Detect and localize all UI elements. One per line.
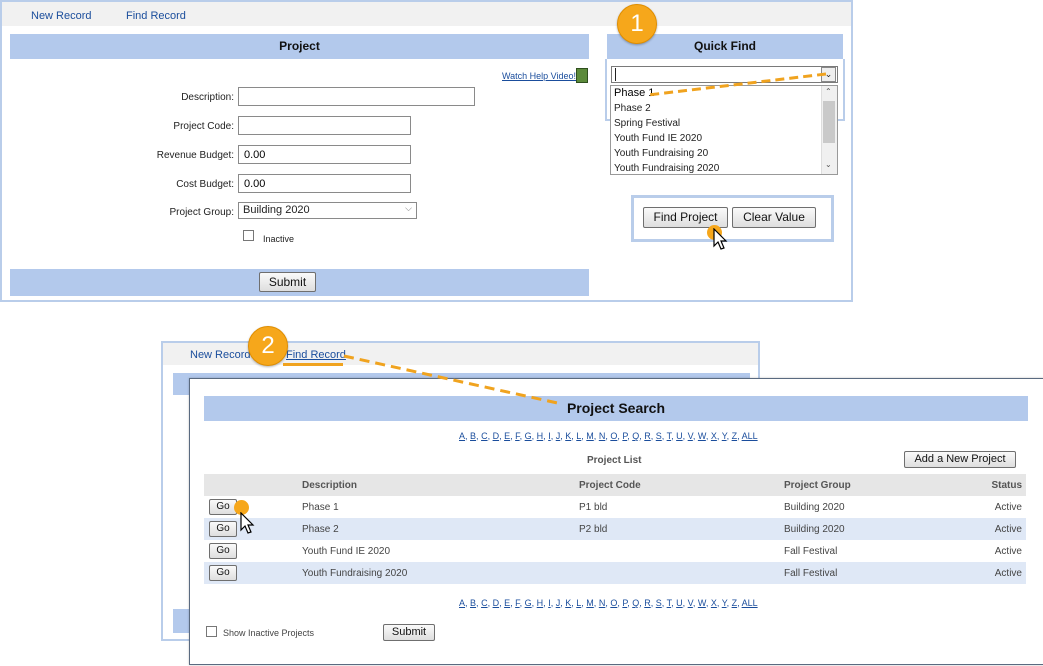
project-code-cell: P1 bld	[579, 501, 608, 513]
status-cell: Active	[994, 545, 1022, 557]
chevron-down-icon: ⌵	[405, 203, 412, 213]
new-record-link[interactable]: New Record	[190, 349, 251, 361]
cursor-icon	[240, 512, 255, 534]
project-code-cell	[579, 540, 784, 562]
alphabet-link[interactable]: M	[586, 598, 594, 608]
quick-find-option[interactable]: Spring Festival	[611, 116, 837, 131]
alphabet-link[interactable]: W	[698, 598, 706, 608]
description-cell: Phase 2	[302, 518, 579, 540]
alphabet-link[interactable]: ALL	[742, 598, 758, 608]
show-inactive-checkbox[interactable]	[206, 626, 217, 637]
table-row: Go Youth Fund IE 2020 Fall Festival Acti…	[204, 540, 1026, 562]
search-submit-button[interactable]: Submit	[383, 624, 435, 641]
find-record-highlight	[283, 363, 343, 366]
status-column-header: Status	[964, 474, 1026, 496]
callout-dashed-line	[647, 72, 827, 97]
alphabet-index-bottom: A, B, C, D, E, F, G, H, I, J, K, L, M, N…	[459, 597, 758, 609]
status-cell: Active	[964, 518, 1026, 540]
search-submit-label: Submit	[391, 626, 427, 638]
go-button[interactable]: Go	[209, 565, 237, 581]
table-row: Go Phase 1 P1 bld Building 2020 Active	[204, 496, 1026, 518]
watch-help-video-link[interactable]: Watch Help Video!	[502, 71, 576, 81]
description-column-header: Description	[302, 474, 579, 496]
project-group-label: Project Group:	[169, 207, 234, 218]
find-record-label: Find Record	[126, 10, 186, 22]
inactive-label: Inactive	[263, 234, 295, 244]
quick-find-option[interactable]: Youth Fundraising 2020	[611, 161, 837, 174]
clear-value-label: Clear Value	[743, 210, 805, 224]
project-table: Description Project Code Project Group S…	[204, 474, 1026, 584]
find-record-link[interactable]: Find Record	[126, 10, 186, 22]
project-group-cell: Fall Festival	[784, 545, 838, 557]
text-cursor	[615, 68, 616, 81]
status-cell: Active	[964, 562, 1026, 584]
project-group-cell: Building 2020	[784, 501, 845, 513]
go-column-header	[204, 474, 302, 496]
description-input[interactable]	[238, 87, 475, 106]
clear-value-button[interactable]: Clear Value	[732, 207, 816, 228]
cost-budget-label: Cost Budget:	[176, 179, 234, 190]
project-list-label: Project List	[587, 455, 642, 466]
new-record-label: New Record	[31, 10, 92, 22]
table-row: Go Phase 2 P2 bld Building 2020 Active	[204, 518, 1026, 540]
alphabet-index-top: A, B, C, D, E, F, G, H, I, J, K, L, M, N…	[459, 430, 758, 442]
go-button[interactable]: Go	[209, 499, 237, 515]
cost-budget-input[interactable]	[238, 174, 411, 193]
film-icon[interactable]	[576, 68, 588, 83]
alphabet-link[interactable]: W	[698, 431, 706, 441]
description-cell: Youth Fundraising 2020	[302, 562, 579, 584]
description-cell: Phase 1	[302, 501, 339, 513]
project-search-header: Project Search	[204, 396, 1028, 421]
project-group-cell: Fall Festival	[784, 562, 964, 584]
project-code-label: Project Code:	[173, 121, 234, 132]
new-record-label: New Record	[190, 349, 251, 361]
quick-find-option[interactable]: Youth Fund IE 2020	[611, 131, 837, 146]
go-button[interactable]: Go	[209, 543, 237, 559]
step-badge: 2	[248, 326, 288, 366]
alphabet-link[interactable]: G	[525, 431, 532, 441]
record-nav-bar: New Record Find Record	[2, 2, 851, 26]
submit-label: Submit	[268, 275, 307, 289]
show-inactive-label: Show Inactive Projects	[223, 628, 315, 638]
table-row: Go Youth Fundraising 2020 Fall Festival …	[204, 562, 1026, 584]
find-record-link[interactable]: Find Record	[286, 349, 346, 361]
project-group-column-header: Project Group	[784, 474, 964, 496]
add-new-project-button[interactable]: Add a New Project	[904, 451, 1016, 468]
scroll-down-icon[interactable]: ⌄	[825, 160, 832, 169]
project-code-column-header: Project Code	[579, 474, 784, 496]
inactive-checkbox[interactable]	[243, 230, 254, 241]
project-group-cell: Building 2020	[784, 518, 964, 540]
revenue-budget-label: Revenue Budget:	[156, 150, 234, 161]
step-badge: 1	[617, 4, 657, 44]
table-header-row: Description Project Code Project Group S…	[204, 474, 1026, 496]
project-group-select[interactable]: Building 2020 ⌵	[238, 202, 417, 219]
cursor-icon	[713, 228, 728, 250]
project-group-value: Building 2020	[243, 204, 310, 216]
new-record-link[interactable]: New Record	[31, 10, 92, 22]
project-code-cell	[579, 562, 784, 584]
revenue-budget-input[interactable]	[238, 145, 411, 164]
callout-dashed-line	[343, 354, 563, 406]
add-new-project-label: Add a New Project	[914, 453, 1006, 465]
alphabet-link[interactable]: G	[525, 598, 532, 608]
status-cell: Active	[994, 501, 1022, 513]
alphabet-link[interactable]: M	[586, 431, 594, 441]
submit-button[interactable]: Submit	[259, 272, 316, 292]
project-code-input[interactable]	[238, 116, 411, 135]
go-button[interactable]: Go	[209, 521, 237, 537]
description-cell: Youth Fund IE 2020	[302, 545, 391, 557]
project-code-cell: P2 bld	[579, 518, 784, 540]
quick-find-option[interactable]: Youth Fundraising 20	[611, 146, 837, 161]
find-project-label: Find Project	[653, 210, 718, 224]
project-header: Project	[10, 34, 589, 59]
description-label: Description:	[181, 92, 234, 103]
alphabet-link[interactable]: ALL	[742, 431, 758, 441]
find-record-label: Find Record	[286, 349, 346, 361]
